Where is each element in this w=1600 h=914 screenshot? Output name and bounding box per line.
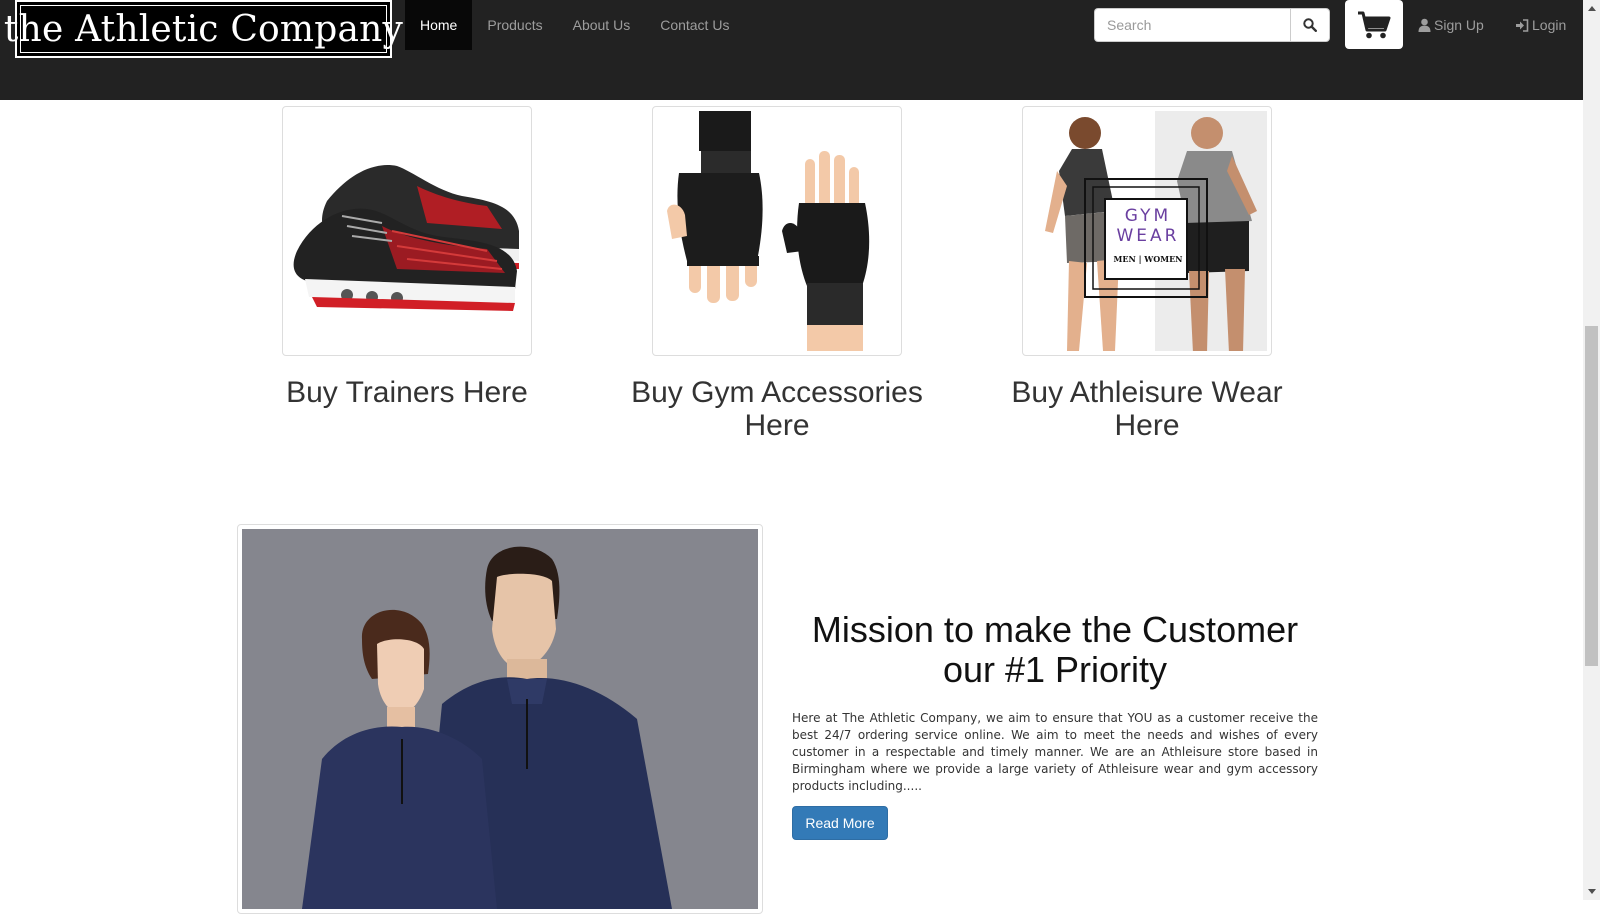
shopping-cart-icon (1358, 11, 1391, 38)
sign-up-link[interactable]: Sign Up (1418, 0, 1484, 50)
product-card-trainers: Buy Trainers Here (282, 106, 532, 409)
mission-description: Here at The Athletic Company, we aim to … (792, 711, 1318, 793)
gym-accessories-title[interactable]: Buy Gym Accessories Here (612, 376, 942, 442)
nav-about-us[interactable]: About Us (558, 0, 646, 50)
trainers-illustration (293, 165, 519, 311)
user-icon (1418, 18, 1431, 32)
read-more-button[interactable]: Read More (792, 806, 888, 840)
search-input[interactable] (1094, 8, 1290, 42)
search-icon (1303, 18, 1317, 32)
gym-accessories-image[interactable] (652, 106, 902, 356)
nav-contact-us[interactable]: Contact Us (645, 0, 744, 50)
product-card-athleisure: GYM WEAR MEN | WOMEN Buy Athleisure Wear… (1011, 106, 1283, 442)
search-button[interactable] (1290, 8, 1330, 42)
chevron-up-icon (1587, 6, 1596, 11)
product-card-gym-accessories: Buy Gym Accessories Here (631, 106, 923, 442)
trainers-image[interactable] (282, 106, 532, 356)
navbar: the Athletic Company Home Products About… (0, 0, 1583, 100)
main-nav: Home Products About Us Contact Us (405, 0, 744, 50)
gym-wear-sign: GYM WEAR MEN | WOMEN (1107, 206, 1189, 264)
scroll-thumb[interactable] (1585, 326, 1598, 666)
search-form (1094, 8, 1330, 42)
page-scrollbar[interactable] (1583, 0, 1600, 900)
scroll-down-arrow[interactable] (1583, 883, 1600, 900)
mission-title: Mission to make the Customer our #1 Prio… (811, 609, 1299, 690)
gym-wear-sign-line1: GYM (1124, 206, 1172, 226)
sign-up-label: Sign Up (1434, 17, 1484, 33)
couple-sportswear-illustration (242, 529, 758, 909)
brand-logo-text: the Athletic Company (3, 8, 404, 50)
gym-wear-sign-line2: WEAR (1116, 226, 1180, 246)
trainers-title[interactable]: Buy Trainers Here (242, 376, 572, 409)
cart-button[interactable] (1345, 0, 1403, 49)
nav-home[interactable]: Home (405, 0, 473, 50)
athleisure-image[interactable]: GYM WEAR MEN | WOMEN (1022, 106, 1272, 356)
chevron-down-icon (1587, 889, 1596, 894)
brand-logo[interactable]: the Athletic Company (4, 0, 403, 58)
gloves-illustration (667, 111, 870, 351)
scroll-up-arrow[interactable] (1583, 0, 1600, 17)
login-label: Login (1532, 17, 1567, 33)
login-icon (1516, 18, 1529, 32)
login-link[interactable]: Login (1515, 0, 1566, 50)
athleisure-title[interactable]: Buy Athleisure Wear Here (982, 376, 1312, 442)
nav-products[interactable]: Products (472, 0, 557, 50)
gym-wear-sign-line3: MEN | WOMEN (1113, 254, 1183, 264)
mission-image (237, 524, 763, 914)
